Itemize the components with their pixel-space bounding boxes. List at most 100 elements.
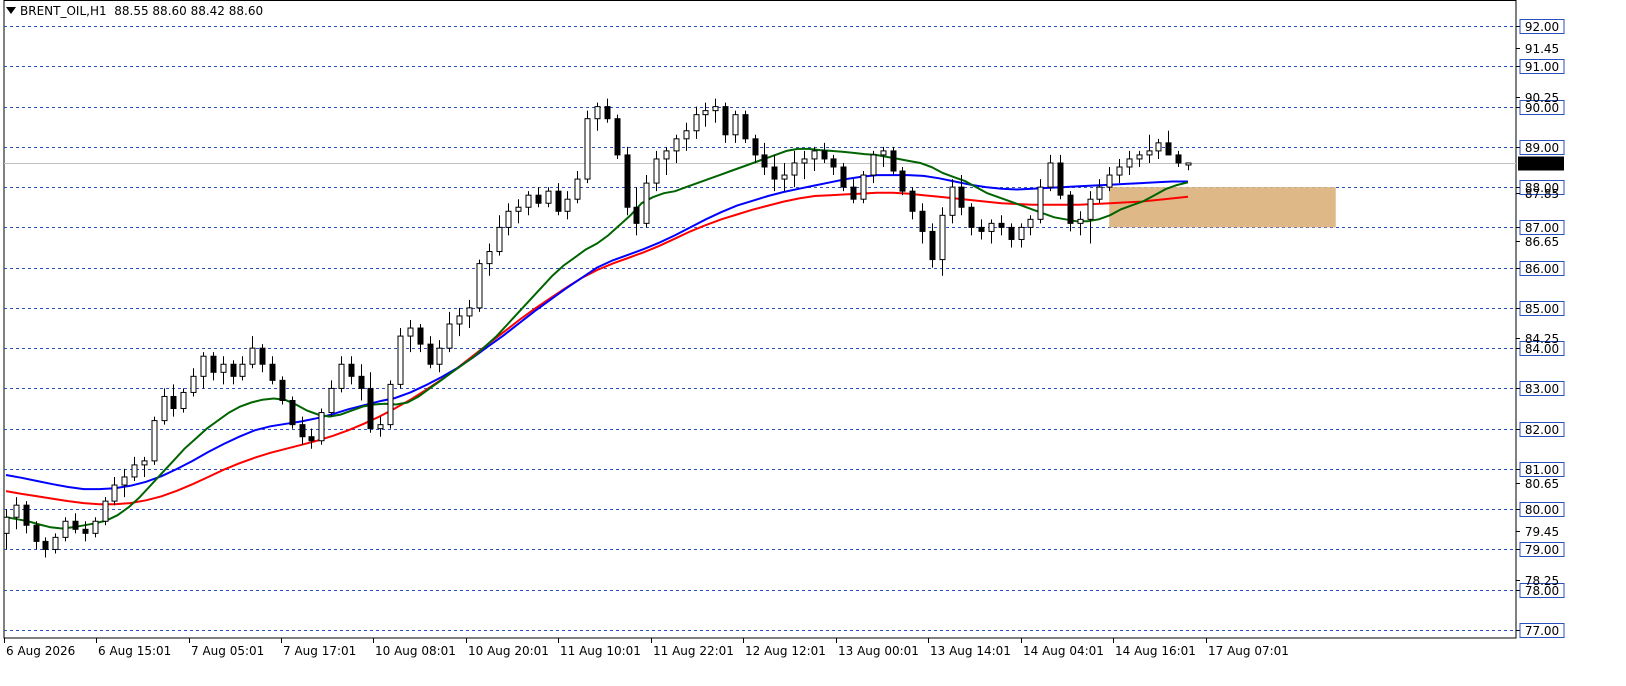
candle-bullish[interactable] — [476, 263, 483, 309]
candle-bullish[interactable] — [161, 395, 168, 422]
candle-bullish[interactable] — [397, 335, 404, 385]
candle-bullish[interactable] — [702, 110, 709, 116]
candle-bullish[interactable] — [1096, 186, 1103, 200]
candle-bearish[interactable] — [899, 170, 906, 192]
candle-bullish[interactable] — [860, 174, 867, 200]
candle-bearish[interactable] — [840, 166, 847, 188]
candle-bullish[interactable] — [1136, 154, 1143, 160]
candle-bullish[interactable] — [466, 307, 473, 317]
candle-bullish[interactable] — [564, 198, 571, 212]
candle-bullish[interactable] — [141, 460, 148, 466]
candle-bullish[interactable] — [1106, 174, 1113, 188]
candle-bearish[interactable] — [279, 379, 286, 401]
candle-bullish[interactable] — [436, 347, 443, 365]
candle-bullish[interactable] — [1018, 226, 1025, 240]
candle-bearish[interactable] — [850, 186, 857, 200]
candle-bullish[interactable] — [3, 516, 10, 534]
candle-bullish[interactable] — [1155, 142, 1162, 152]
candle-bearish[interactable] — [604, 106, 611, 120]
candle-bearish[interactable] — [968, 206, 975, 228]
candle-bullish[interactable] — [92, 520, 99, 534]
candle-bullish[interactable] — [318, 412, 325, 442]
candle-bullish[interactable] — [801, 158, 808, 164]
candle-bearish[interactable] — [230, 363, 237, 377]
candle-bearish[interactable] — [1057, 162, 1064, 196]
candle-bearish[interactable] — [1008, 226, 1015, 240]
candle-bullish[interactable] — [712, 106, 719, 112]
candle-bearish[interactable] — [929, 230, 936, 261]
candle-bullish[interactable] — [683, 130, 690, 140]
candle-bullish[interactable] — [781, 174, 788, 180]
candle-bullish[interactable] — [1146, 150, 1153, 156]
candle-bearish[interactable] — [958, 186, 965, 208]
candle-bullish[interactable] — [377, 424, 384, 430]
price-zone[interactable] — [1109, 187, 1336, 228]
candle-bearish[interactable] — [919, 210, 926, 232]
candle-bearish[interactable] — [821, 150, 828, 160]
candle-bullish[interactable] — [545, 190, 552, 204]
candle-bullish[interactable] — [52, 536, 59, 550]
candle-bullish[interactable] — [1027, 218, 1034, 228]
candle-bullish[interactable] — [200, 355, 207, 377]
candle-bullish[interactable] — [574, 178, 581, 200]
candle-bearish[interactable] — [830, 158, 837, 168]
candle-bullish[interactable] — [880, 150, 887, 156]
candle-bearish[interactable] — [308, 436, 315, 442]
candle-bearish[interactable] — [771, 166, 778, 180]
candle-bullish[interactable] — [13, 504, 20, 518]
candle-bearish[interactable] — [358, 375, 365, 389]
candle-bearish[interactable] — [1067, 194, 1074, 224]
price-chart[interactable]: 92.0091.0090.0089.0088.0087.0086.0085.00… — [0, 0, 1626, 686]
candle-bullish[interactable] — [732, 114, 739, 136]
candle-bullish[interactable] — [496, 226, 503, 253]
menu-triangle-icon[interactable] — [6, 7, 16, 14]
candle-bullish[interactable] — [939, 214, 946, 261]
candle-bearish[interactable] — [761, 154, 768, 168]
candle-bearish[interactable] — [1175, 154, 1182, 164]
candle-bearish[interactable] — [998, 222, 1005, 228]
candle-bearish[interactable] — [535, 194, 542, 204]
candle-bullish[interactable] — [663, 150, 670, 160]
candle-bearish[interactable] — [890, 150, 897, 172]
candle-bearish[interactable] — [367, 387, 374, 430]
candle-bullish[interactable] — [387, 383, 394, 426]
candle-bullish[interactable] — [515, 206, 522, 212]
candle-bullish[interactable] — [220, 363, 227, 373]
candle-bullish[interactable] — [643, 182, 650, 224]
candle-bullish[interactable] — [505, 210, 512, 228]
candle-bullish[interactable] — [693, 114, 700, 132]
candle-bullish[interactable] — [486, 251, 493, 265]
candle-bullish[interactable] — [328, 387, 335, 414]
candle-bullish[interactable] — [1087, 198, 1094, 220]
candle-bearish[interactable] — [42, 540, 49, 550]
candle-bearish[interactable] — [427, 343, 434, 365]
candle-bearish[interactable] — [633, 206, 640, 224]
candle-bearish[interactable] — [299, 424, 306, 438]
candle-bullish[interactable] — [584, 118, 591, 180]
candle-bullish[interactable] — [102, 500, 109, 522]
candle-bullish[interactable] — [131, 464, 138, 478]
candle-bullish[interactable] — [446, 323, 453, 349]
candle-bearish[interactable] — [614, 118, 621, 156]
candle-bearish[interactable] — [170, 395, 177, 410]
candle-bullish[interactable] — [338, 363, 345, 389]
candle-bullish[interactable] — [1077, 218, 1084, 224]
candle-bullish[interactable] — [949, 186, 956, 216]
candle-bearish[interactable] — [210, 355, 217, 373]
candle-bullish[interactable] — [456, 315, 463, 325]
candle-bullish[interactable] — [1126, 158, 1133, 168]
candle-bullish[interactable] — [811, 150, 818, 160]
candle-bullish[interactable] — [1047, 162, 1054, 188]
candle-bearish[interactable] — [978, 226, 985, 232]
candle-bullish[interactable] — [1037, 186, 1044, 220]
candle-bullish[interactable] — [594, 106, 601, 120]
candle-bullish[interactable] — [988, 222, 995, 232]
candle-bearish[interactable] — [23, 504, 30, 526]
candle-bearish[interactable] — [289, 399, 296, 426]
candle-bullish[interactable] — [407, 327, 414, 337]
candle-bullish[interactable] — [1185, 162, 1192, 166]
candle-bearish[interactable] — [1165, 142, 1172, 156]
candle-bearish[interactable] — [82, 528, 89, 534]
candle-bearish[interactable] — [742, 114, 749, 140]
candle-bullish[interactable] — [870, 154, 877, 176]
